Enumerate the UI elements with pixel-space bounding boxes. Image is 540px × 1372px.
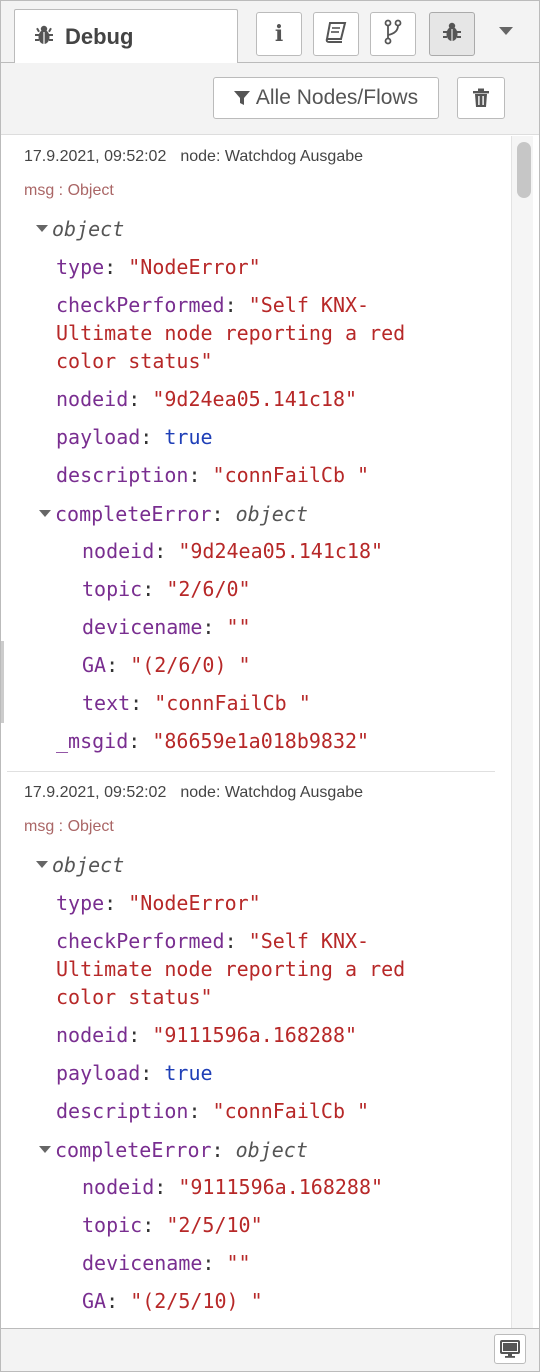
property-row: nodeid: "9111596a.168288" bbox=[82, 1175, 384, 1199]
message-meta: 17.9.2021, 09:52:02 node: Watchdog Ausgab… bbox=[24, 148, 363, 166]
property-row: GA: "(2/5/10) " bbox=[82, 1289, 263, 1313]
filter-nodes-label: Alle Nodes/Flows bbox=[255, 86, 419, 109]
property-row: type: "NodeError" bbox=[56, 255, 261, 279]
property-row: payload: true bbox=[56, 425, 213, 449]
branch-icon bbox=[383, 19, 403, 50]
property-row: topic: "2/6/0" bbox=[82, 577, 251, 601]
message-timestamp: 17.9.2021, 09:52:02 bbox=[24, 784, 167, 801]
message-timestamp: 17.9.2021, 09:52:02 bbox=[24, 148, 167, 165]
property-row: payload: true bbox=[56, 1061, 213, 1085]
context-tab-button[interactable] bbox=[370, 12, 416, 56]
caret-down-icon bbox=[39, 1146, 51, 1153]
info-tab-button[interactable]: i bbox=[256, 12, 302, 56]
property-row: nodeid: "9d24ea05.141c18" bbox=[82, 539, 384, 563]
property-value-wrap: color status" bbox=[56, 985, 213, 1009]
sidebar-footer bbox=[1, 1328, 539, 1371]
debug-toolbar: Alle Nodes/Flows bbox=[1, 63, 539, 135]
tree-node-toggle[interactable]: completeError: object bbox=[39, 1136, 308, 1164]
property-value-wrap: color status" bbox=[56, 349, 213, 373]
caret-down-icon bbox=[39, 510, 51, 517]
property-value-wrap: Ultimate node reporting a red bbox=[56, 321, 406, 345]
tree-node-toggle[interactable]: completeError: object bbox=[39, 500, 308, 528]
property-row: devicename: "" bbox=[82, 615, 251, 639]
debug-message-list: 17.9.2021, 09:52:02 node: Watchdog Ausgab… bbox=[7, 136, 495, 1328]
property-row: description: "connFailCb " bbox=[56, 1099, 370, 1123]
sidebar-tab-bar: Debug i bbox=[1, 1, 539, 64]
property-row: nodeid: "9111596a.168288" bbox=[56, 1023, 358, 1047]
message-topic: msg : Object bbox=[24, 182, 114, 199]
scrollbar-thumb[interactable] bbox=[517, 142, 531, 198]
open-debug-window-button[interactable] bbox=[494, 1334, 526, 1364]
debug-message: 17.9.2021, 09:52:02 node: Watchdog Ausgab… bbox=[7, 136, 495, 772]
property-row: description: "connFailCb " bbox=[56, 463, 370, 487]
property-row: topic: "2/5/10" bbox=[82, 1213, 263, 1237]
message-meta: 17.9.2021, 09:52:02 node: Watchdog Ausgab… bbox=[24, 784, 363, 802]
chevron-down-icon[interactable] bbox=[499, 27, 513, 35]
sidebar-resize-handle[interactable] bbox=[1, 641, 4, 723]
tree-root-toggle[interactable]: object bbox=[36, 215, 124, 243]
debug-message: 17.9.2021, 09:52:02 node: Watchdog Ausgab… bbox=[7, 772, 495, 1328]
property-row: _msgid: "86659e1a018b9832" bbox=[56, 729, 370, 753]
book-icon bbox=[324, 21, 348, 48]
caret-down-icon bbox=[36, 225, 48, 232]
bug-icon bbox=[441, 21, 463, 48]
tree-root-toggle[interactable]: object bbox=[36, 851, 124, 879]
filter-nodes-button[interactable]: Alle Nodes/Flows bbox=[213, 77, 439, 119]
trash-icon bbox=[473, 88, 489, 107]
debug-sidebar: Debug i Alle Nodes/Flows 17.9.2021, 09:5… bbox=[0, 0, 540, 1372]
info-icon: i bbox=[274, 21, 284, 47]
filter-icon bbox=[233, 91, 250, 105]
clear-messages-button[interactable] bbox=[457, 77, 505, 119]
bug-icon bbox=[33, 24, 55, 51]
property-row: checkPerformed: "Self KNX- bbox=[56, 293, 370, 317]
property-row: devicename: "" bbox=[82, 1251, 251, 1275]
monitor-icon bbox=[500, 1340, 520, 1358]
property-value-wrap: Ultimate node reporting a red bbox=[56, 957, 406, 981]
tab-debug-label: Debug bbox=[65, 24, 134, 49]
debug-tab-button[interactable] bbox=[429, 12, 475, 56]
caret-down-icon bbox=[36, 861, 48, 868]
help-tab-button[interactable] bbox=[313, 12, 359, 56]
message-node-link[interactable]: node: Watchdog Ausgabe bbox=[180, 148, 363, 165]
property-row: type: "NodeError" bbox=[56, 891, 261, 915]
property-row: text: "connFailCb " bbox=[82, 691, 311, 715]
message-topic: msg : Object bbox=[24, 818, 114, 835]
property-row: GA: "(2/6/0) " bbox=[82, 653, 251, 677]
message-list-scrollbar[interactable] bbox=[511, 136, 533, 1328]
message-node-link[interactable]: node: Watchdog Ausgabe bbox=[180, 784, 363, 801]
property-row: checkPerformed: "Self KNX- bbox=[56, 929, 370, 953]
property-row: nodeid: "9d24ea05.141c18" bbox=[56, 387, 358, 411]
tab-debug[interactable]: Debug bbox=[14, 9, 238, 64]
